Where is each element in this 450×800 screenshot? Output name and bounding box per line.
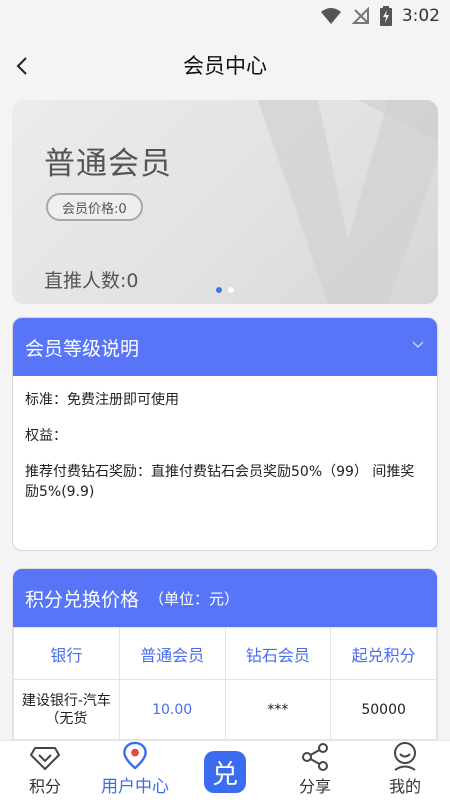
exchange-unit: （单位：元） [149,589,240,608]
status-bar: 3:02 [0,0,450,32]
level-description-panel: 会员等级说明 标准：免费注册即可使用 权益： 推荐付费钻石奖励：直推付费钻石会员… [12,317,438,551]
status-icons: 3:02 [320,4,440,28]
no-signal-icon [351,7,369,24]
level-line-benefits: 权益： [25,428,67,444]
status-time: 3:02 [401,6,440,26]
tab-user-center[interactable]: 用户中心 [90,741,180,800]
exchange-badge-label: 兑 [211,759,238,790]
member-card[interactable]: 普通会员 会员价格:0 直推人数:0 [12,100,438,304]
tab-share[interactable]: 分享 [270,741,360,800]
cell-min-points: 50000 [330,679,437,740]
table-row[interactable]: 建设银行-汽车（无货 10.00 *** 50000 [13,679,437,740]
exchange-panel-header: 积分兑换价格 （单位：元） [13,569,437,627]
header: 会员中心 [0,36,450,96]
v-watermark-icon [258,100,438,304]
page-title: 会员中心 [183,54,267,78]
column-header-min-points: 起兑积分 [330,627,437,680]
member-price-badge: 会员价格:0 [46,193,143,221]
share-icon [302,743,328,771]
tab-exchange[interactable]: 兑 [180,741,270,800]
column-header-bank: 银行 [13,627,120,680]
bottom-tab-bar: 积分 用户中心 兑 分享 我的 [0,740,450,800]
tab-label: 我的 [388,777,421,796]
cell-bank: 建设银行-汽车（无货 [13,679,120,740]
wifi-icon [320,8,341,24]
column-header-regular: 普通会员 [118,627,226,680]
table-header-row: 银行 普通会员 钻石会员 起兑积分 [13,627,437,680]
exchange-price-panel: 积分兑换价格 （单位：元） 银行 普通会员 钻石会员 起兑积分 建设银行-汽车（… [12,568,438,748]
exchange-icon: 兑 [204,751,246,793]
level-line-standard: 标准：免费注册即可使用 [25,392,179,408]
carousel-dot[interactable] [228,287,234,293]
exchange-table: 银行 普通会员 钻石会员 起兑积分 建设银行-汽车（无货 10.00 *** 5… [13,627,437,740]
chevron-down-icon [412,341,424,349]
level-panel-header[interactable]: 会员等级说明 [13,318,437,376]
tab-mine[interactable]: 我的 [360,741,450,800]
location-pin-icon [123,741,147,770]
level-line-reward: 推荐付费钻石奖励：直推付费钻石会员奖励50%（99） 间推奖励5%(9.9) [25,464,415,500]
cell-diamond-price: *** [224,679,332,740]
level-panel-body: 标准：免费注册即可使用 权益： 推荐付费钻石奖励：直推付费钻石会员奖励50%（9… [13,376,437,502]
cell-regular-price: 10.00 [118,679,226,740]
tab-points[interactable]: 积分 [0,741,90,800]
member-level: 普通会员 [44,146,172,182]
diamond-icon [30,747,60,770]
carousel-dot[interactable] [216,287,222,293]
tab-label: 分享 [298,777,331,796]
tab-label: 积分 [28,777,61,796]
exchange-panel-title: 积分兑换价格 [25,588,140,611]
column-header-diamond: 钻石会员 [224,627,332,680]
tab-label: 用户中心 [101,777,169,797]
carousel-indicator[interactable] [12,287,438,293]
profile-icon [394,742,416,771]
level-panel-title: 会员等级说明 [25,337,140,360]
battery-charging-icon [379,6,392,26]
